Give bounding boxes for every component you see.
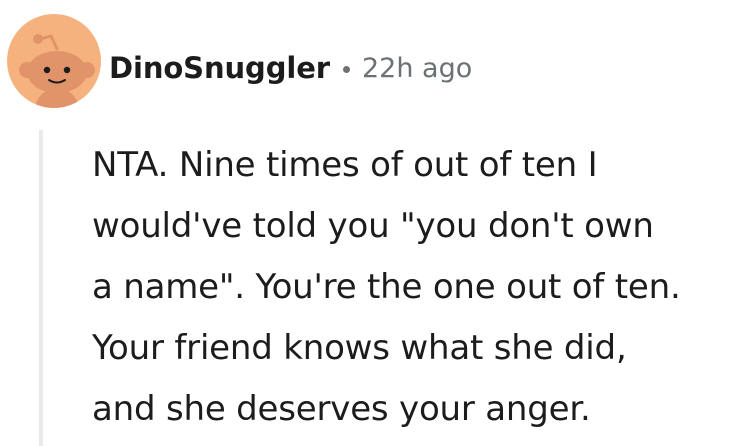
separator-dot <box>343 65 350 73</box>
snoo-avatar-icon <box>7 14 101 108</box>
comment-body-line: a name". You're the one out of ten. <box>92 267 681 307</box>
comment-timestamp[interactable]: 22h ago <box>362 53 472 84</box>
comment: DinoSnuggler 22h ago NTA. Nine times of … <box>0 0 755 446</box>
comment-body-line: Your friend knows what she did, <box>92 328 627 368</box>
comment-body: NTA. Nine times of out of ten I would've… <box>92 135 752 440</box>
comment-body-line: would've told you "you don't own <box>92 206 654 246</box>
comment-body-line: and she deserves your anger. <box>92 389 591 429</box>
user-avatar[interactable] <box>7 14 101 108</box>
comment-body-line: NTA. Nine times of out of ten I <box>92 145 598 185</box>
comment-header: DinoSnuggler 22h ago <box>109 46 472 90</box>
thread-line[interactable] <box>39 130 43 446</box>
username-link[interactable]: DinoSnuggler <box>109 51 330 85</box>
